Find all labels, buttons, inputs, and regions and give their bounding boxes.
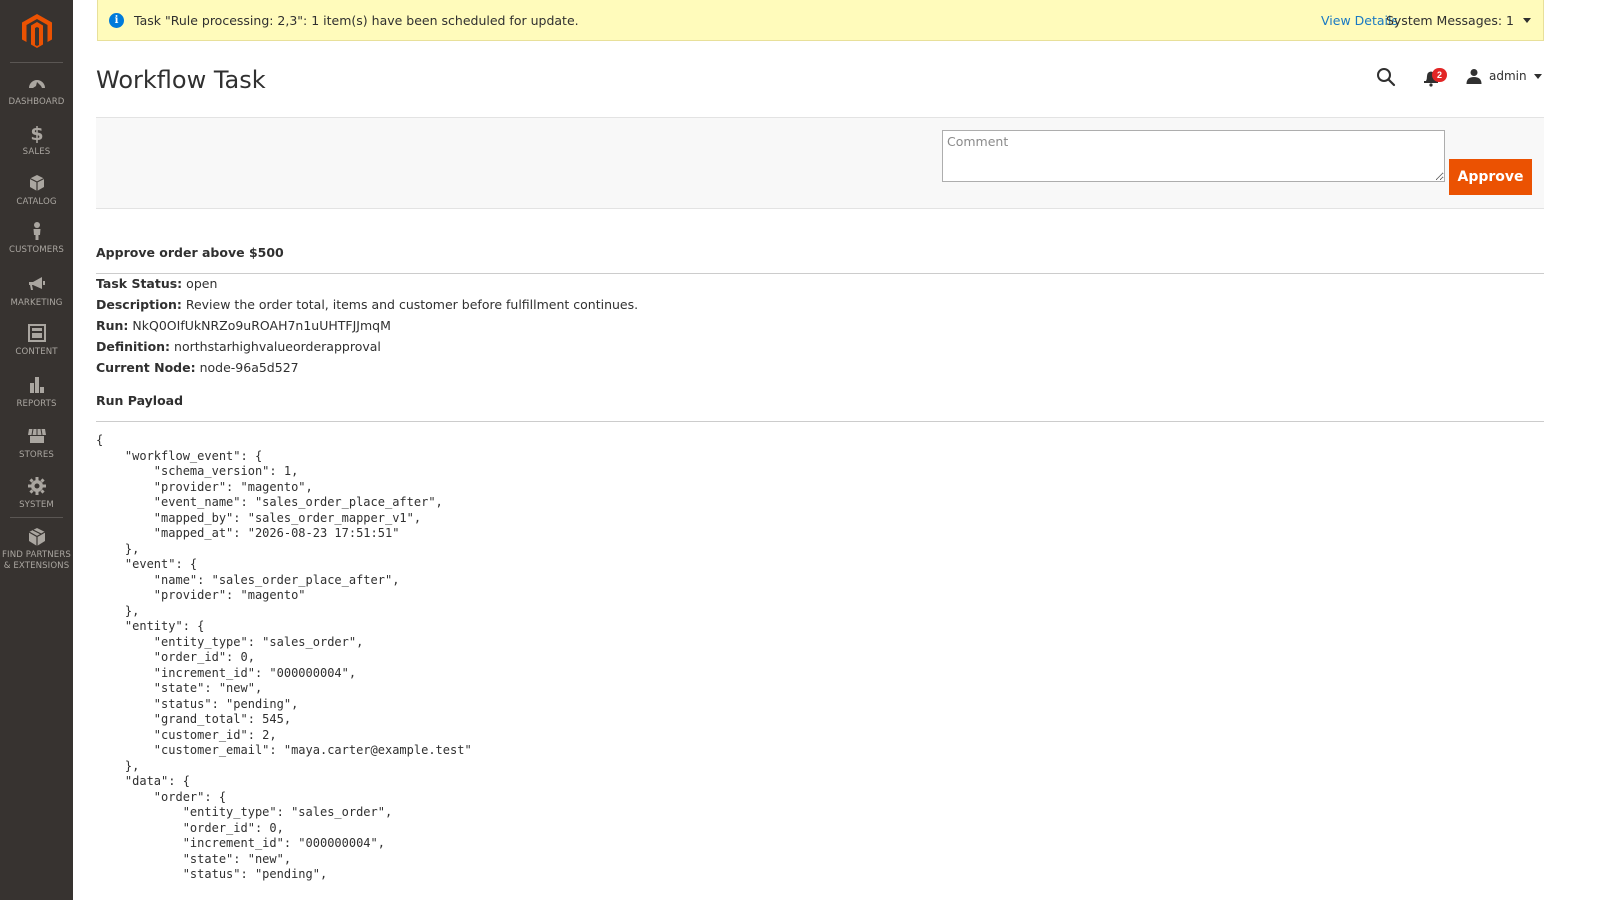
task-description-value: Review the order total, items and custom… — [185, 297, 639, 312]
task-definition-field: Definition: northstarhighvalueorderappro… — [96, 339, 381, 354]
notice-message: Task "Rule processing: 2,3": 1 item(s) h… — [134, 12, 579, 28]
task-current-node-field: Current Node: node-96a5d527 — [96, 360, 299, 375]
sidebar-item-label: FIND PARTNERS & EXTENSIONS — [2, 550, 71, 571]
sidebar-item-label: SYSTEM — [19, 500, 54, 510]
page-actions-bar: Approve — [96, 117, 1544, 209]
sidebar-item-label: SALES — [22, 147, 51, 157]
task-status-value: open — [186, 276, 218, 291]
run-payload-title: Run Payload — [96, 393, 184, 408]
notification-count-badge: 2 — [1432, 68, 1447, 82]
system-messages-dropdown[interactable]: System Messages: 1 — [1386, 13, 1531, 28]
comment-textarea[interactable] — [942, 130, 1445, 182]
sidebar-item-label: MARKETING — [10, 298, 63, 308]
magento-logo-icon — [21, 14, 52, 48]
person-icon — [33, 222, 40, 240]
sidebar-item-content[interactable]: CONTENT — [0, 323, 73, 373]
admin-sidebar: DASHBOARD $ SALES CATALOG CUSTOMERS MARK… — [0, 0, 73, 900]
sidebar-divider — [10, 517, 63, 518]
extensions-icon — [28, 528, 45, 546]
bar-chart-icon — [29, 377, 44, 393]
chevron-down-icon — [1523, 17, 1531, 23]
sidebar-item-label: CONTENT — [15, 347, 58, 357]
store-icon — [27, 428, 46, 443]
sidebar-item-customers[interactable]: CUSTOMERS — [0, 221, 73, 271]
search-icon — [1377, 68, 1396, 87]
svg-text:$: $ — [30, 123, 43, 143]
sidebar-divider — [10, 62, 63, 63]
sidebar-item-label: STORES — [19, 450, 54, 460]
admin-user-menu[interactable]: admin — [1466, 68, 1542, 84]
sidebar-item-label: DASHBOARD — [8, 97, 65, 107]
task-definition-value: northstarhighvalueorderapproval — [174, 339, 381, 354]
task-section-title: Approve order above $500 — [96, 245, 284, 260]
field-label: Current Node: — [96, 360, 196, 375]
sidebar-item-marketing[interactable]: MARKETING — [0, 274, 73, 324]
run-payload-json: { "workflow_event": { "schema_version": … — [96, 433, 472, 881]
task-run-field: Run: NkQ0OIfUkNRZo9uROAH7n1uUHTFJJmqM — [96, 318, 391, 333]
user-icon — [1466, 69, 1482, 84]
field-label: Description: — [96, 297, 182, 312]
task-description-field: Description: Review the order total, ite… — [96, 297, 638, 312]
chevron-down-icon — [1533, 73, 1542, 79]
system-messages-label: System Messages: 1 — [1385, 12, 1514, 28]
field-label: Definition: — [96, 339, 171, 354]
sidebar-item-label: REPORTS — [16, 399, 57, 409]
task-run-value: NkQ0OIfUkNRZo9uROAH7n1uUHTFJJmqM — [132, 318, 391, 333]
admin-user-name: admin — [1489, 69, 1527, 83]
sidebar-item-find-partners[interactable]: FIND PARTNERS & EXTENSIONS — [0, 527, 73, 573]
sidebar-item-reports[interactable]: REPORTS — [0, 375, 73, 425]
sidebar-item-dashboard[interactable]: DASHBOARD — [0, 73, 73, 123]
sidebar-item-stores[interactable]: STORES — [0, 426, 73, 476]
sidebar-item-label: CATALOG — [16, 197, 57, 207]
task-current-node-value: node-96a5d527 — [199, 360, 299, 375]
approve-button[interactable]: Approve — [1449, 159, 1532, 195]
sidebar-item-system[interactable]: SYSTEM — [0, 476, 73, 526]
global-search-button[interactable] — [1376, 67, 1396, 87]
magento-logo[interactable] — [0, 0, 73, 62]
gear-icon — [27, 477, 46, 495]
dollar-icon: $ — [30, 123, 43, 143]
field-label: Run: — [96, 318, 129, 333]
page-title: Workflow Task — [96, 66, 266, 94]
system-notice-bar: i Task "Rule processing: 2,3": 1 item(s)… — [97, 0, 1544, 41]
section-divider — [96, 273, 1544, 274]
box-icon — [29, 175, 44, 191]
sidebar-item-sales[interactable]: $ SALES — [0, 123, 73, 173]
sidebar-item-label: CUSTOMERS — [9, 245, 64, 255]
info-icon: i — [109, 12, 124, 28]
section-divider — [96, 421, 1544, 422]
task-status-field: Task Status: open — [96, 276, 217, 291]
layout-icon — [27, 324, 46, 342]
megaphone-icon — [28, 277, 45, 290]
field-label: Task Status: — [96, 276, 183, 291]
sidebar-item-catalog[interactable]: CATALOG — [0, 173, 73, 223]
dashboard-icon — [28, 80, 45, 88]
